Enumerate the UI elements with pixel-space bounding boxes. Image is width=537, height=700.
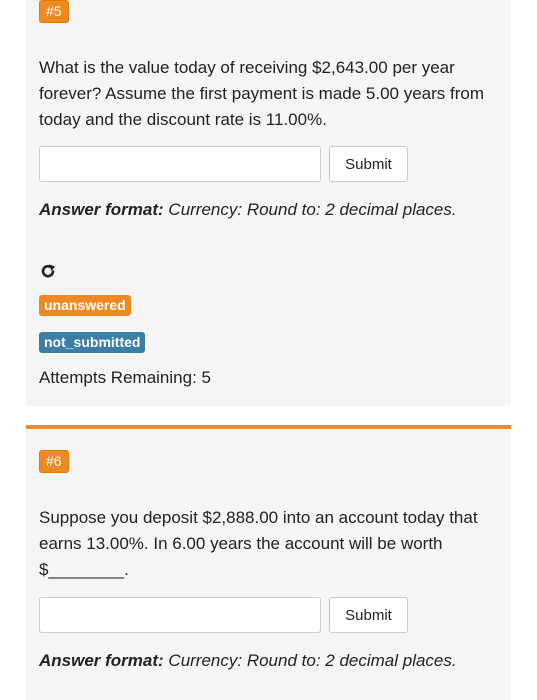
answer-format-text: Currency: Round to: 2 decimal places.: [163, 651, 457, 670]
question-text: What is the value today of receiving $2,…: [39, 58, 485, 129]
submit-button[interactable]: Submit: [329, 146, 408, 182]
answer-format-label: Answer format:: [39, 651, 164, 670]
submit-button[interactable]: Submit: [329, 597, 408, 633]
answer-input[interactable]: [39, 146, 321, 182]
answer-format: Answer format: Currency: Round to: 2 dec…: [39, 200, 457, 220]
answer-format: Answer format: Currency: Round to: 2 dec…: [39, 651, 457, 671]
question-number-badge: #5: [39, 0, 69, 23]
page: #5 What is the value today of receiving …: [0, 0, 537, 700]
answer-input[interactable]: [39, 597, 321, 633]
status-badge-not-submitted: not_submitted: [39, 332, 146, 353]
question-text: Suppose you deposit $2,888.00 into an ac…: [39, 508, 478, 579]
question-card-5: #5 What is the value today of receiving …: [26, 0, 511, 406]
answer-format-label: Answer format:: [39, 200, 164, 219]
question-card-6: #6 Suppose you deposit $2,888.00 into an…: [26, 425, 511, 700]
reload-icon[interactable]: [39, 262, 57, 280]
answer-format-text: Currency: Round to: 2 decimal places.: [163, 200, 457, 219]
question-number-badge: #6: [39, 450, 69, 473]
status-badge-unanswered: unanswered: [39, 295, 131, 316]
attempts-remaining: Attempts Remaining: 5: [39, 368, 211, 387]
